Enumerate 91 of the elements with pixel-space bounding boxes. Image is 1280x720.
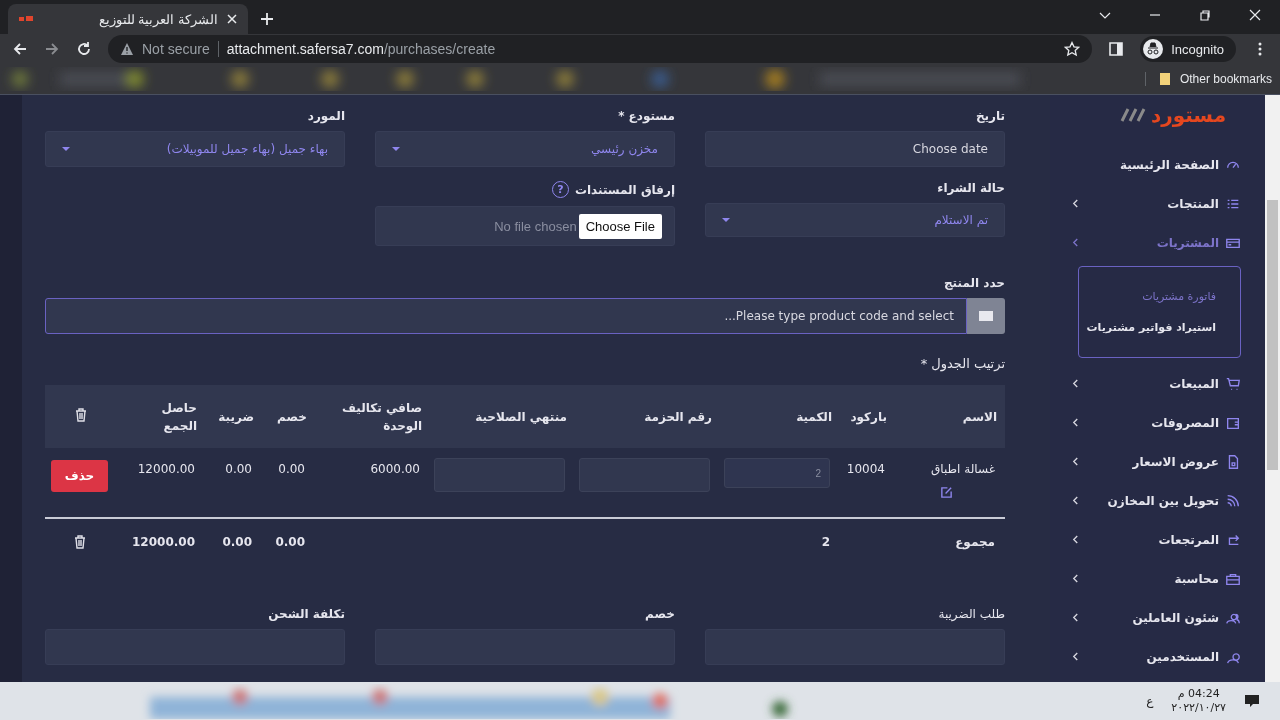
chevron-icon <box>1072 652 1079 661</box>
nav-item[interactable]: الصفحة الرئيسية <box>1050 145 1265 184</box>
field-label: إرفاق المستندات <box>574 182 675 197</box>
restore-icon[interactable] <box>1198 8 1212 22</box>
scrollbar[interactable] <box>1265 95 1280 682</box>
table-cell: غسالة اطباق <box>931 462 995 476</box>
chevron-icon <box>1072 496 1079 505</box>
table-cell: 0.00 <box>275 535 305 549</box>
trash-icon[interactable] <box>74 408 87 422</box>
folder-icon <box>1157 72 1172 86</box>
table-cell: 0.00 <box>278 462 305 476</box>
nav-item[interactable]: تحويل بين المخازن <box>1050 481 1265 520</box>
close-icon[interactable] <box>226 13 238 25</box>
new-tab-icon[interactable] <box>260 12 274 26</box>
quantity-field[interactable]: 2 <box>724 458 830 488</box>
nav-item[interactable]: المنتجات <box>1050 184 1265 223</box>
column-header: ضريبة <box>218 408 254 426</box>
field-label: تاريخ <box>974 109 1005 123</box>
table-cell: 6000.00 <box>370 462 420 476</box>
nav-item[interactable]: المصروفات <box>1050 403 1265 442</box>
product-search-field[interactable]: Please type product code and select... <box>45 298 967 334</box>
column-header: رقم الحزمة <box>644 408 712 426</box>
total-label: مجموع <box>955 535 995 549</box>
column-header: خصم <box>277 408 307 426</box>
table-cell: 0.00 <box>225 462 252 476</box>
security-status: Not secure <box>142 41 219 57</box>
table-cell: 0.00 <box>222 535 252 549</box>
field-label: طلب الضريبة <box>937 607 1005 621</box>
field-label: حدد المنتج <box>942 276 1005 290</box>
nav-item[interactable]: المرتجعات <box>1050 520 1265 559</box>
star-icon[interactable] <box>1064 41 1081 57</box>
nav-item[interactable]: محاسبة <box>1050 559 1265 598</box>
warning-icon <box>120 42 134 56</box>
table-cell: 2 <box>821 535 830 549</box>
chevron-icon <box>1072 238 1079 247</box>
language-indicator[interactable]: ع <box>1146 694 1154 708</box>
logo: مستورد <box>1150 103 1227 127</box>
chevron-icon <box>1072 418 1079 427</box>
url-text: attachment.safersa7.com/purchases/create <box>226 41 496 57</box>
table-cell: 10004 <box>846 462 885 476</box>
table-cell: 12000.00 <box>132 535 195 549</box>
trash-icon[interactable] <box>73 535 86 549</box>
warehouse-select[interactable]: مخزن رئيسي <box>375 131 675 167</box>
field-label: حالة الشراء <box>936 181 1005 195</box>
date-field[interactable]: Choose date <box>705 131 1005 167</box>
chevron-icon <box>1072 199 1079 208</box>
scan-button[interactable] <box>967 298 1005 334</box>
column-header: باركود <box>850 408 887 426</box>
table-label: ترتيب الجدول * <box>919 356 1005 371</box>
site-logo-icon <box>18 14 34 24</box>
supplier-select[interactable]: بهاء جميل (بهاء جميل للموبيلات) <box>45 131 345 167</box>
reload-icon[interactable] <box>76 41 92 57</box>
bookmark-folder[interactable]: Other bookmarks <box>1144 72 1280 86</box>
nav-icon <box>1225 492 1241 509</box>
forward-arrow-icon[interactable] <box>44 41 60 57</box>
field-label: المورد <box>306 109 345 123</box>
nav-item[interactable]: عروض الاسعار <box>1050 442 1265 481</box>
close-icon[interactable] <box>1248 8 1262 22</box>
chevron-icon <box>1072 457 1079 466</box>
nav-item[interactable]: شئون العاملين <box>1050 598 1265 637</box>
back-arrow-icon[interactable] <box>12 41 28 57</box>
browser-tab[interactable]: الشركة العربية للتوزيع <box>8 4 248 34</box>
column-header: منتهي الصلاحية <box>475 408 567 426</box>
field-label: مستودع * <box>617 109 675 123</box>
delete-button[interactable]: حذف <box>50 460 109 492</box>
chevron-icon <box>1072 535 1079 544</box>
field-label: تكلفة الشحن <box>267 607 345 621</box>
clock[interactable]: 04:24 م ٢٠٢٢/١٠/٢٧ <box>1171 686 1226 716</box>
chevron-icon <box>1072 613 1079 622</box>
edit-icon[interactable] <box>940 486 953 499</box>
chevron-icon <box>1072 379 1079 388</box>
side-panel-icon[interactable] <box>1108 41 1125 57</box>
nav-icon <box>1225 375 1241 392</box>
status-select[interactable]: تم الاستلام <box>705 203 1005 237</box>
table-cell: 12000.00 <box>137 462 195 476</box>
file-input[interactable]: No file chosen Choose File <box>375 206 675 246</box>
column-header: الاسم <box>962 408 997 426</box>
chevron-icon <box>1072 574 1079 583</box>
tab-title: الشركة العربية للتوزيع <box>97 11 218 27</box>
nav-item[interactable]: المبيعات <box>1050 364 1265 403</box>
notifications-icon[interactable] <box>1244 693 1260 709</box>
address-bar[interactable]: Not secure attachment.safersa7.com/purchases/create <box>108 35 1093 63</box>
submenu-item[interactable]: استيراد فواتير مشتريات <box>1079 312 1240 343</box>
incognito-profile-button[interactable]: Incognito <box>1140 36 1236 62</box>
nav-item[interactable]: المستخدمين <box>1050 637 1265 676</box>
column-header: صافي تكاليف الوحدة <box>341 399 422 435</box>
column-header: حاصل الجمع <box>160 399 197 435</box>
submenu-item[interactable]: فاتورة مشتريات <box>1079 281 1240 312</box>
column-header: الكمية <box>796 408 832 426</box>
field-label: خصم <box>644 607 675 621</box>
incognito-icon <box>1143 39 1164 59</box>
